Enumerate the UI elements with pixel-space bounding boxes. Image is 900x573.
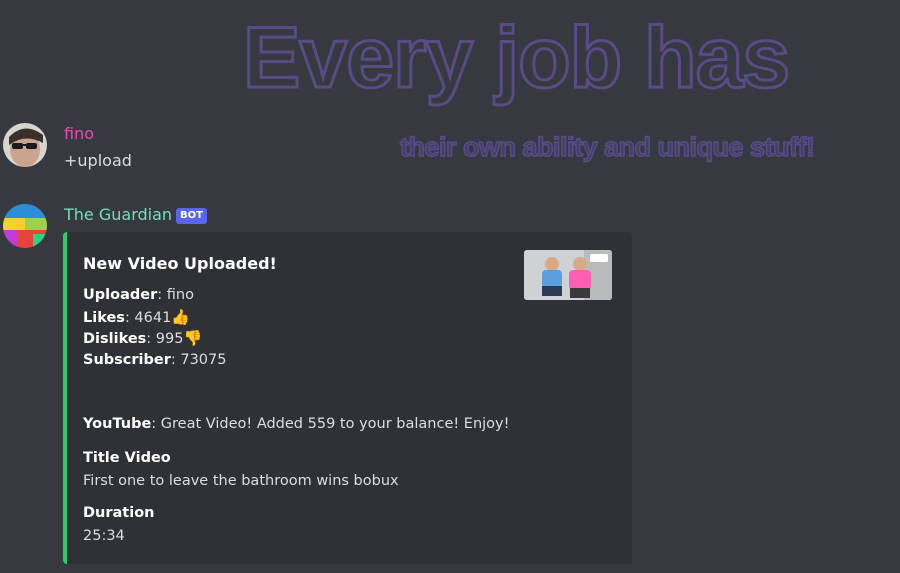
field-value-duration: 25:34 bbox=[83, 528, 125, 544]
embed-thumbnail[interactable] bbox=[524, 250, 612, 300]
likes-line: Likes: 4641👍 bbox=[83, 307, 509, 329]
embed-title: New Video Uploaded! bbox=[83, 254, 277, 273]
username[interactable]: fino bbox=[64, 124, 94, 143]
bot-username[interactable]: The Guardian BOT bbox=[64, 205, 207, 224]
youtube-label: YouTube bbox=[83, 416, 152, 432]
field-gap bbox=[83, 436, 509, 448]
bot-tag: BOT bbox=[176, 208, 207, 224]
avatar[interactable] bbox=[3, 123, 47, 167]
bot-username-label: The Guardian bbox=[64, 205, 173, 224]
embed-description: Uploader: fino Likes: 4641👍 Dislikes: 99… bbox=[83, 285, 509, 548]
overlay-headline: Every job has bbox=[242, 9, 792, 108]
field-name-title: Title Video bbox=[83, 449, 171, 466]
uploader-label: Uploader bbox=[83, 287, 158, 303]
uploader-value: : fino bbox=[157, 287, 194, 303]
message-content: +upload bbox=[64, 151, 132, 170]
thumbs-up-icon: 👍 bbox=[171, 307, 191, 326]
subscriber-line: Subscriber: 73075 bbox=[83, 350, 509, 372]
field-value-title: First one to leave the bathroom wins bob… bbox=[83, 473, 399, 489]
youtube-line: YouTube: Great Video! Added 559 to your … bbox=[83, 414, 509, 436]
likes-label: Likes bbox=[83, 309, 125, 326]
dislikes-line: Dislikes: 995👎 bbox=[83, 328, 509, 350]
video-embed: New Video Uploaded! Uploader: fino Likes… bbox=[63, 232, 632, 564]
dislikes-value: : 995 bbox=[146, 331, 184, 347]
subscriber-label: Subscriber bbox=[83, 351, 171, 368]
avatar-image bbox=[3, 123, 47, 167]
bot-avatar-image bbox=[3, 204, 47, 248]
youtube-value: : Great Video! Added 559 to your balance… bbox=[151, 416, 510, 432]
field-gap bbox=[83, 493, 509, 503]
uploader-line: Uploader: fino bbox=[83, 285, 509, 307]
thumbs-down-icon: 👎 bbox=[183, 329, 203, 347]
subscriber-value: : 73075 bbox=[170, 351, 227, 368]
likes-value: : 4641 bbox=[124, 309, 172, 326]
overlay-subline: their own ability and unique stuff! bbox=[399, 131, 815, 163]
field-name-duration: Duration bbox=[83, 504, 155, 521]
bot-avatar[interactable] bbox=[3, 204, 47, 248]
dislikes-label: Dislikes bbox=[83, 331, 147, 347]
thumbnail-image bbox=[524, 250, 612, 300]
